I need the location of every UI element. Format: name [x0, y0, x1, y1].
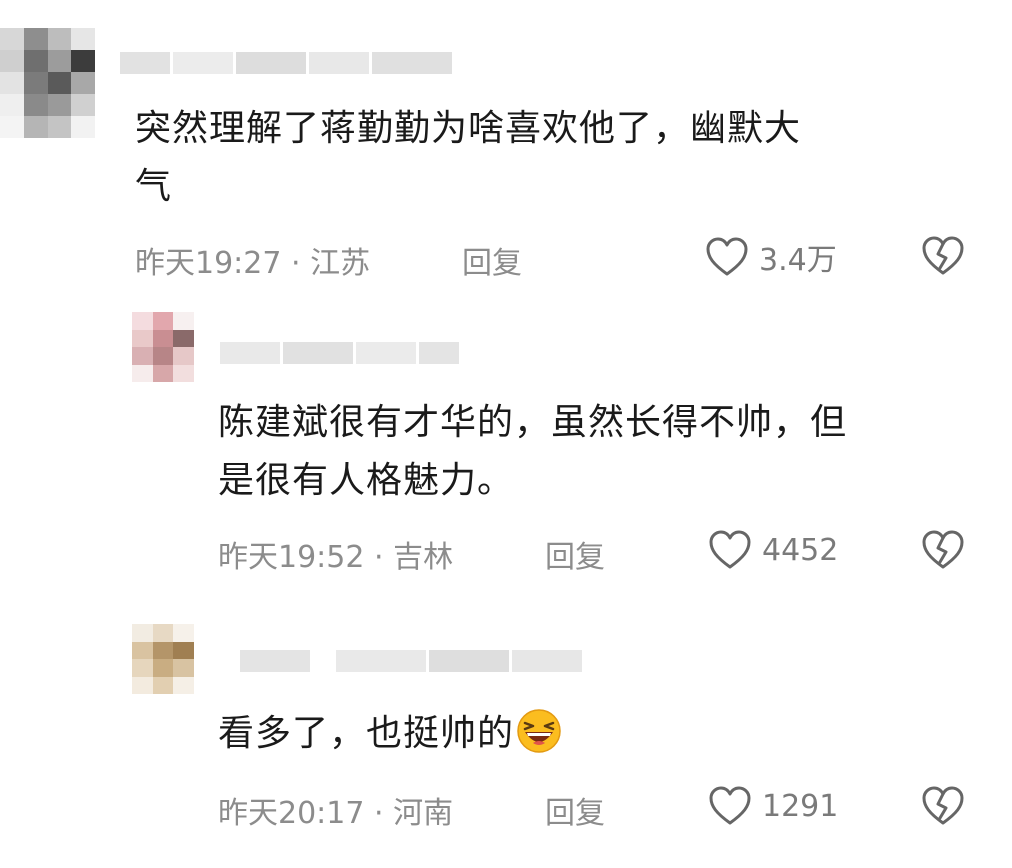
comment-2: 陈建斌很有才华的，虽然长得不帅，但 是很有人格魅力。 昨天19:52 · 吉林 …: [0, 300, 1012, 600]
like-count: 1291: [762, 788, 839, 824]
broken-heart-icon: [922, 530, 964, 569]
like-count: 4452: [762, 532, 839, 568]
reply-button[interactable]: 回复: [462, 238, 522, 282]
heart-outline-icon: [709, 530, 751, 569]
reply-button[interactable]: 回复: [545, 532, 605, 576]
broken-heart-icon: [922, 786, 964, 825]
dislike-button[interactable]: [920, 785, 966, 827]
avatar[interactable]: [132, 312, 194, 382]
username-blurred[interactable]: [240, 650, 582, 672]
laughing-emoji-icon: [516, 708, 562, 754]
broken-heart-icon: [922, 236, 964, 275]
avatar[interactable]: [132, 624, 194, 694]
comment-text-line: 陈建斌很有才华的，虽然长得不帅，但: [218, 402, 848, 443]
like-button[interactable]: 1291: [708, 785, 838, 827]
username-blurred[interactable]: [220, 342, 459, 364]
comment-text-line: 是很有人格魅力。: [218, 460, 515, 501]
comment-text: 突然理解了蒋勤勤为啥喜欢他了，幽默大 气: [135, 100, 801, 216]
username-blurred[interactable]: [120, 52, 452, 74]
avatar[interactable]: [0, 28, 95, 138]
heart-outline-icon: [706, 237, 748, 276]
comment-text-line: 看多了，也挺帅的: [218, 713, 515, 754]
comment-text: 看多了，也挺帅的: [218, 705, 562, 763]
comment-3: 看多了，也挺帅的 昨天20:17 · 河南 回复 1291: [0, 600, 1012, 868]
like-button[interactable]: 3.4万: [705, 235, 837, 279]
comment-time-location: 昨天19:52 · 吉林: [218, 540, 454, 575]
like-button[interactable]: 4452: [708, 529, 838, 571]
like-count: 3.4万: [759, 243, 837, 278]
comment-text-line: 气: [135, 166, 173, 207]
reply-button[interactable]: 回复: [545, 788, 605, 832]
comment-time-location: 昨天19:27 · 江苏: [135, 246, 371, 281]
heart-outline-icon: [709, 786, 751, 825]
dislike-button[interactable]: [920, 529, 966, 571]
comment-text: 陈建斌很有才华的，虽然长得不帅，但 是很有人格魅力。: [218, 394, 847, 510]
comment-text-line: 突然理解了蒋勤勤为啥喜欢他了，幽默大: [135, 108, 802, 149]
dislike-button[interactable]: [920, 235, 966, 277]
comment-time-location: 昨天20:17 · 河南: [218, 796, 454, 831]
comment-1: 突然理解了蒋勤勤为啥喜欢他了，幽默大 气 昨天19:27 · 江苏 回复 3.4…: [0, 0, 1012, 300]
